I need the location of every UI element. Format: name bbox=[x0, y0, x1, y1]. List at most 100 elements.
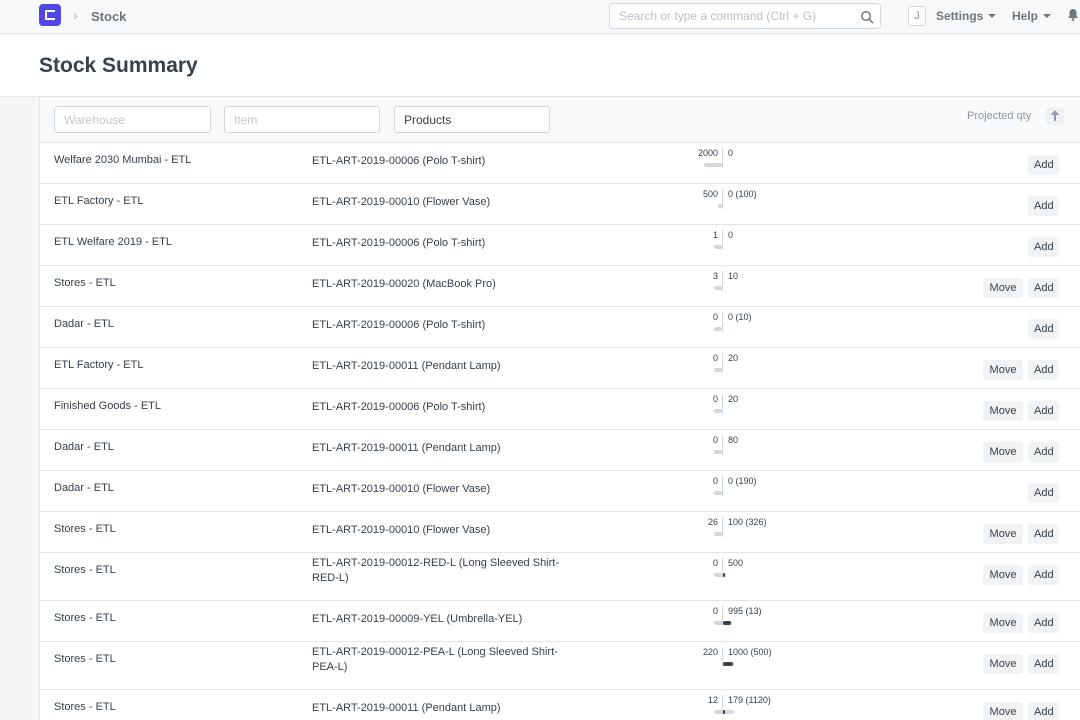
item-name[interactable]: ETL-ART-2019-00006 (Polo T-shirt) bbox=[312, 154, 582, 169]
item-name[interactable]: ETL-ART-2019-00010 (Flower Vase) bbox=[312, 523, 582, 538]
qty-bar-fill bbox=[723, 662, 733, 666]
add-button[interactable]: Add bbox=[1028, 524, 1059, 544]
move-button[interactable]: Move bbox=[983, 524, 1023, 544]
item-filter[interactable] bbox=[224, 106, 380, 133]
move-button[interactable]: Move bbox=[983, 401, 1023, 421]
actual-qty: 0 bbox=[712, 394, 718, 404]
add-button[interactable]: Add bbox=[1028, 702, 1059, 720]
warehouse-name: Stores - ETL bbox=[54, 277, 116, 289]
qty-divider bbox=[722, 230, 723, 250]
qty-bar bbox=[704, 163, 722, 167]
warehouse-filter[interactable] bbox=[54, 106, 211, 133]
qty-bar bbox=[714, 532, 722, 536]
move-button[interactable]: Move bbox=[983, 278, 1023, 298]
table-row: Stores - ETL ETL-ART-2019-00009-YEL (Umbr… bbox=[40, 601, 1080, 642]
search-icon[interactable] bbox=[860, 10, 874, 24]
actual-qty: 2000 bbox=[697, 148, 718, 158]
item-name[interactable]: ETL-ART-2019-00009-YEL (Umbrella-YEL) bbox=[312, 612, 582, 627]
qty-bar bbox=[714, 450, 722, 454]
projected-qty: 0 bbox=[728, 230, 734, 240]
qty-bar-fill bbox=[723, 710, 725, 714]
item-group-filter[interactable] bbox=[394, 106, 550, 133]
move-button[interactable]: Move bbox=[983, 613, 1023, 633]
qty-divider bbox=[722, 353, 723, 373]
projected-qty: 179 (1120) bbox=[728, 695, 771, 705]
table-row: Dadar - ETL ETL-ART-2019-00006 (Polo T-sh… bbox=[40, 307, 1080, 348]
actual-qty: 0 bbox=[712, 476, 718, 486]
table-row: Stores - ETL ETL-ART-2019-00011 (Pendant … bbox=[40, 690, 1080, 720]
item-name[interactable]: ETL-ART-2019-00010 (Flower Vase) bbox=[312, 482, 582, 497]
item-name[interactable]: ETL-ART-2019-00006 (Polo T-shirt) bbox=[312, 318, 582, 333]
bell-icon[interactable] bbox=[1067, 8, 1079, 21]
help-label: Help bbox=[1012, 9, 1039, 23]
qty-divider bbox=[722, 312, 723, 332]
projected-qty: 0 (100) bbox=[728, 189, 757, 199]
table-row: ETL Factory - ETL ETL-ART-2019-00010 (Flo… bbox=[40, 184, 1080, 225]
add-button[interactable]: Add bbox=[1028, 483, 1059, 503]
warehouse-name: Dadar - ETL bbox=[54, 441, 114, 453]
projected-qty: 995 (13) bbox=[728, 606, 762, 616]
move-button[interactable]: Move bbox=[983, 654, 1023, 674]
item-name[interactable]: ETL-ART-2019-00006 (Polo T-shirt) bbox=[312, 236, 582, 251]
qty-bar bbox=[714, 286, 722, 290]
actual-qty: 26 bbox=[707, 517, 718, 527]
settings-menu[interactable]: Settings bbox=[936, 9, 997, 23]
caret-down-icon bbox=[1043, 14, 1052, 18]
add-button[interactable]: Add bbox=[1028, 401, 1059, 421]
warehouse-name: Dadar - ETL bbox=[54, 318, 114, 330]
warehouse-name: Stores - ETL bbox=[54, 701, 116, 713]
qty-divider bbox=[722, 394, 723, 414]
add-button[interactable]: Add bbox=[1028, 613, 1059, 633]
move-button[interactable]: Move bbox=[983, 565, 1023, 585]
add-button[interactable]: Add bbox=[1028, 278, 1059, 298]
app-logo-icon[interactable] bbox=[39, 4, 61, 26]
add-button[interactable]: Add bbox=[1028, 442, 1059, 462]
add-button[interactable]: Add bbox=[1028, 319, 1059, 339]
breadcrumb-stock[interactable]: Stock bbox=[91, 9, 126, 24]
item-name[interactable]: ETL-ART-2019-00011 (Pendant Lamp) bbox=[312, 441, 582, 456]
add-button[interactable]: Add bbox=[1028, 360, 1059, 380]
item-name[interactable]: ETL-ART-2019-00010 (Flower Vase) bbox=[312, 195, 582, 210]
actual-qty: 0 bbox=[712, 312, 718, 322]
item-name[interactable]: ETL-ART-2019-00011 (Pendant Lamp) bbox=[312, 701, 582, 716]
qty-bar-fill bbox=[723, 573, 725, 577]
table-row: Stores - ETL ETL-ART-2019-00012-PEA-L (Lo… bbox=[40, 642, 1080, 690]
sort-order-button[interactable] bbox=[1046, 107, 1064, 125]
warehouse-name: ETL Factory - ETL bbox=[54, 359, 144, 371]
warehouse-name: ETL Factory - ETL bbox=[54, 195, 144, 207]
sort-by-label[interactable]: Projected qty bbox=[967, 110, 1031, 122]
qty-divider bbox=[722, 189, 723, 209]
navbar: › Stock J Settings Help bbox=[0, 0, 1080, 34]
avatar[interactable]: J bbox=[908, 6, 926, 26]
add-button[interactable]: Add bbox=[1028, 565, 1059, 585]
qty-bar bbox=[714, 327, 722, 331]
projected-qty: 20 bbox=[728, 394, 739, 404]
item-name[interactable]: ETL-ART-2019-00011 (Pendant Lamp) bbox=[312, 359, 582, 374]
projected-qty: 1000 (500) bbox=[728, 647, 772, 657]
projected-qty: 80 bbox=[728, 435, 739, 445]
chevron-right-icon: › bbox=[73, 7, 78, 23]
item-name[interactable]: ETL-ART-2019-00006 (Polo T-shirt) bbox=[312, 400, 582, 415]
item-name[interactable]: ETL-ART-2019-00012-RED-L (Long Sleeved S… bbox=[312, 556, 582, 586]
move-button[interactable]: Move bbox=[983, 702, 1023, 720]
add-button[interactable]: Add bbox=[1028, 196, 1059, 216]
qty-bar bbox=[714, 368, 722, 372]
add-button[interactable]: Add bbox=[1028, 237, 1059, 257]
actual-qty: 0 bbox=[712, 558, 718, 568]
qty-bar bbox=[714, 409, 722, 413]
item-name[interactable]: ETL-ART-2019-00012-PEA-L (Long Sleeved S… bbox=[312, 645, 582, 675]
awesomebar[interactable] bbox=[609, 3, 881, 29]
warehouse-name: Stores - ETL bbox=[54, 564, 116, 576]
actual-qty: 3 bbox=[712, 271, 718, 281]
move-button[interactable]: Move bbox=[983, 360, 1023, 380]
help-menu[interactable]: Help bbox=[1012, 9, 1052, 23]
move-button[interactable]: Move bbox=[983, 442, 1023, 462]
warehouse-name: Dadar - ETL bbox=[54, 482, 114, 494]
add-button[interactable]: Add bbox=[1028, 654, 1059, 674]
caret-down-icon bbox=[988, 14, 997, 18]
item-name[interactable]: ETL-ART-2019-00020 (MacBook Pro) bbox=[312, 277, 582, 292]
add-button[interactable]: Add bbox=[1028, 155, 1059, 175]
table-row: Dadar - ETL ETL-ART-2019-00010 (Flower Va… bbox=[40, 471, 1080, 512]
search-input[interactable] bbox=[619, 9, 854, 23]
table-row: Finished Goods - ETL ETL-ART-2019-00006 (… bbox=[40, 389, 1080, 430]
